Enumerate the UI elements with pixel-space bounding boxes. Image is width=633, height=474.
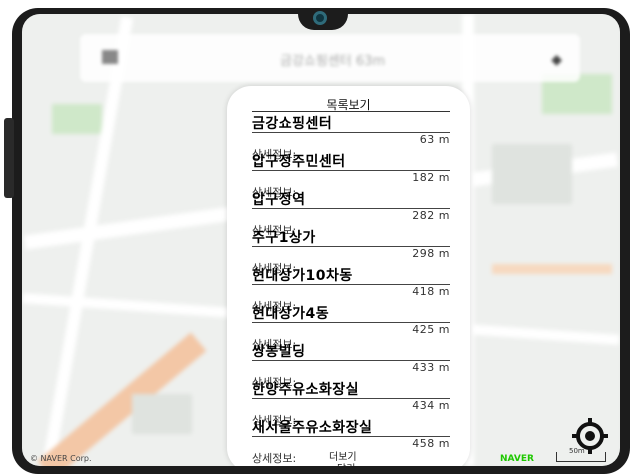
- place-distance: 434 m: [412, 399, 450, 412]
- search-text: 금강쇼핑센터 63m: [280, 54, 386, 69]
- place-distance: 418 m: [412, 285, 450, 298]
- place-name: 현대상가4동: [252, 306, 330, 322]
- side-button: [4, 118, 14, 198]
- place-distance: 433 m: [412, 361, 450, 374]
- place-list-panel: 목록보기 금강쇼핑센터 63 m 상세정보: 압구정주민센터 182 m 상세정…: [227, 86, 470, 466]
- place-distance: 298 m: [412, 247, 450, 260]
- close-button[interactable]: 닫기: [337, 460, 355, 466]
- list-item[interactable]: 금강쇼핑센터 63 m 상세정보:: [252, 113, 450, 161]
- place-distance: 282 m: [412, 209, 450, 222]
- place-name: 압구정주민센터: [252, 154, 346, 170]
- place-name: 주구1상가: [252, 230, 316, 246]
- menu-icon[interactable]: [102, 50, 118, 64]
- list-item[interactable]: 압구정역 282 m 상세정보:: [252, 189, 450, 237]
- place-name: 새서울주유소화장실: [252, 420, 373, 436]
- list-item[interactable]: 주구1상가 298 m 상세정보:: [252, 227, 450, 275]
- place-detail[interactable]: 상세정보:: [252, 450, 296, 466]
- place-name: 금강쇼핑센터: [252, 116, 333, 132]
- place-distance: 425 m: [412, 323, 450, 336]
- place-distance: 458 m: [412, 437, 450, 450]
- list-item[interactable]: 쌍봉빌딩 433 m 상세정보:: [252, 341, 450, 389]
- divider: [252, 111, 450, 112]
- camera-icon: [313, 11, 327, 25]
- list-item[interactable]: 현대상가10차동 418 m 상세정보:: [252, 265, 450, 313]
- place-name: 압구정역: [252, 192, 306, 208]
- place-name: 현대상가10차동: [252, 268, 353, 284]
- search-bar[interactable]: 금강쇼핑센터 63m ◆: [80, 34, 580, 82]
- naver-logo: NAVER: [500, 454, 534, 464]
- directions-icon[interactable]: ◆: [551, 52, 562, 68]
- map-scale-label: 50m: [569, 447, 585, 455]
- map-screen[interactable]: 금강쇼핑센터 63m ◆ 목록보기 금강쇼핑센터 63 m 상세정보: 압구정주…: [22, 14, 620, 466]
- place-name: 한양주유소화장실: [252, 382, 360, 398]
- place-distance: 182 m: [412, 171, 450, 184]
- list-item[interactable]: 현대상가4동 425 m 상세정보:: [252, 303, 450, 351]
- list-item[interactable]: 한양주유소화장실 434 m 상세정보:: [252, 379, 450, 427]
- map-copyright: © NAVER Corp.: [30, 454, 92, 463]
- place-distance: 63 m: [419, 133, 450, 146]
- place-name: 쌍봉빌딩: [252, 344, 306, 360]
- list-item[interactable]: 압구정주민센터 182 m 상세정보:: [252, 151, 450, 199]
